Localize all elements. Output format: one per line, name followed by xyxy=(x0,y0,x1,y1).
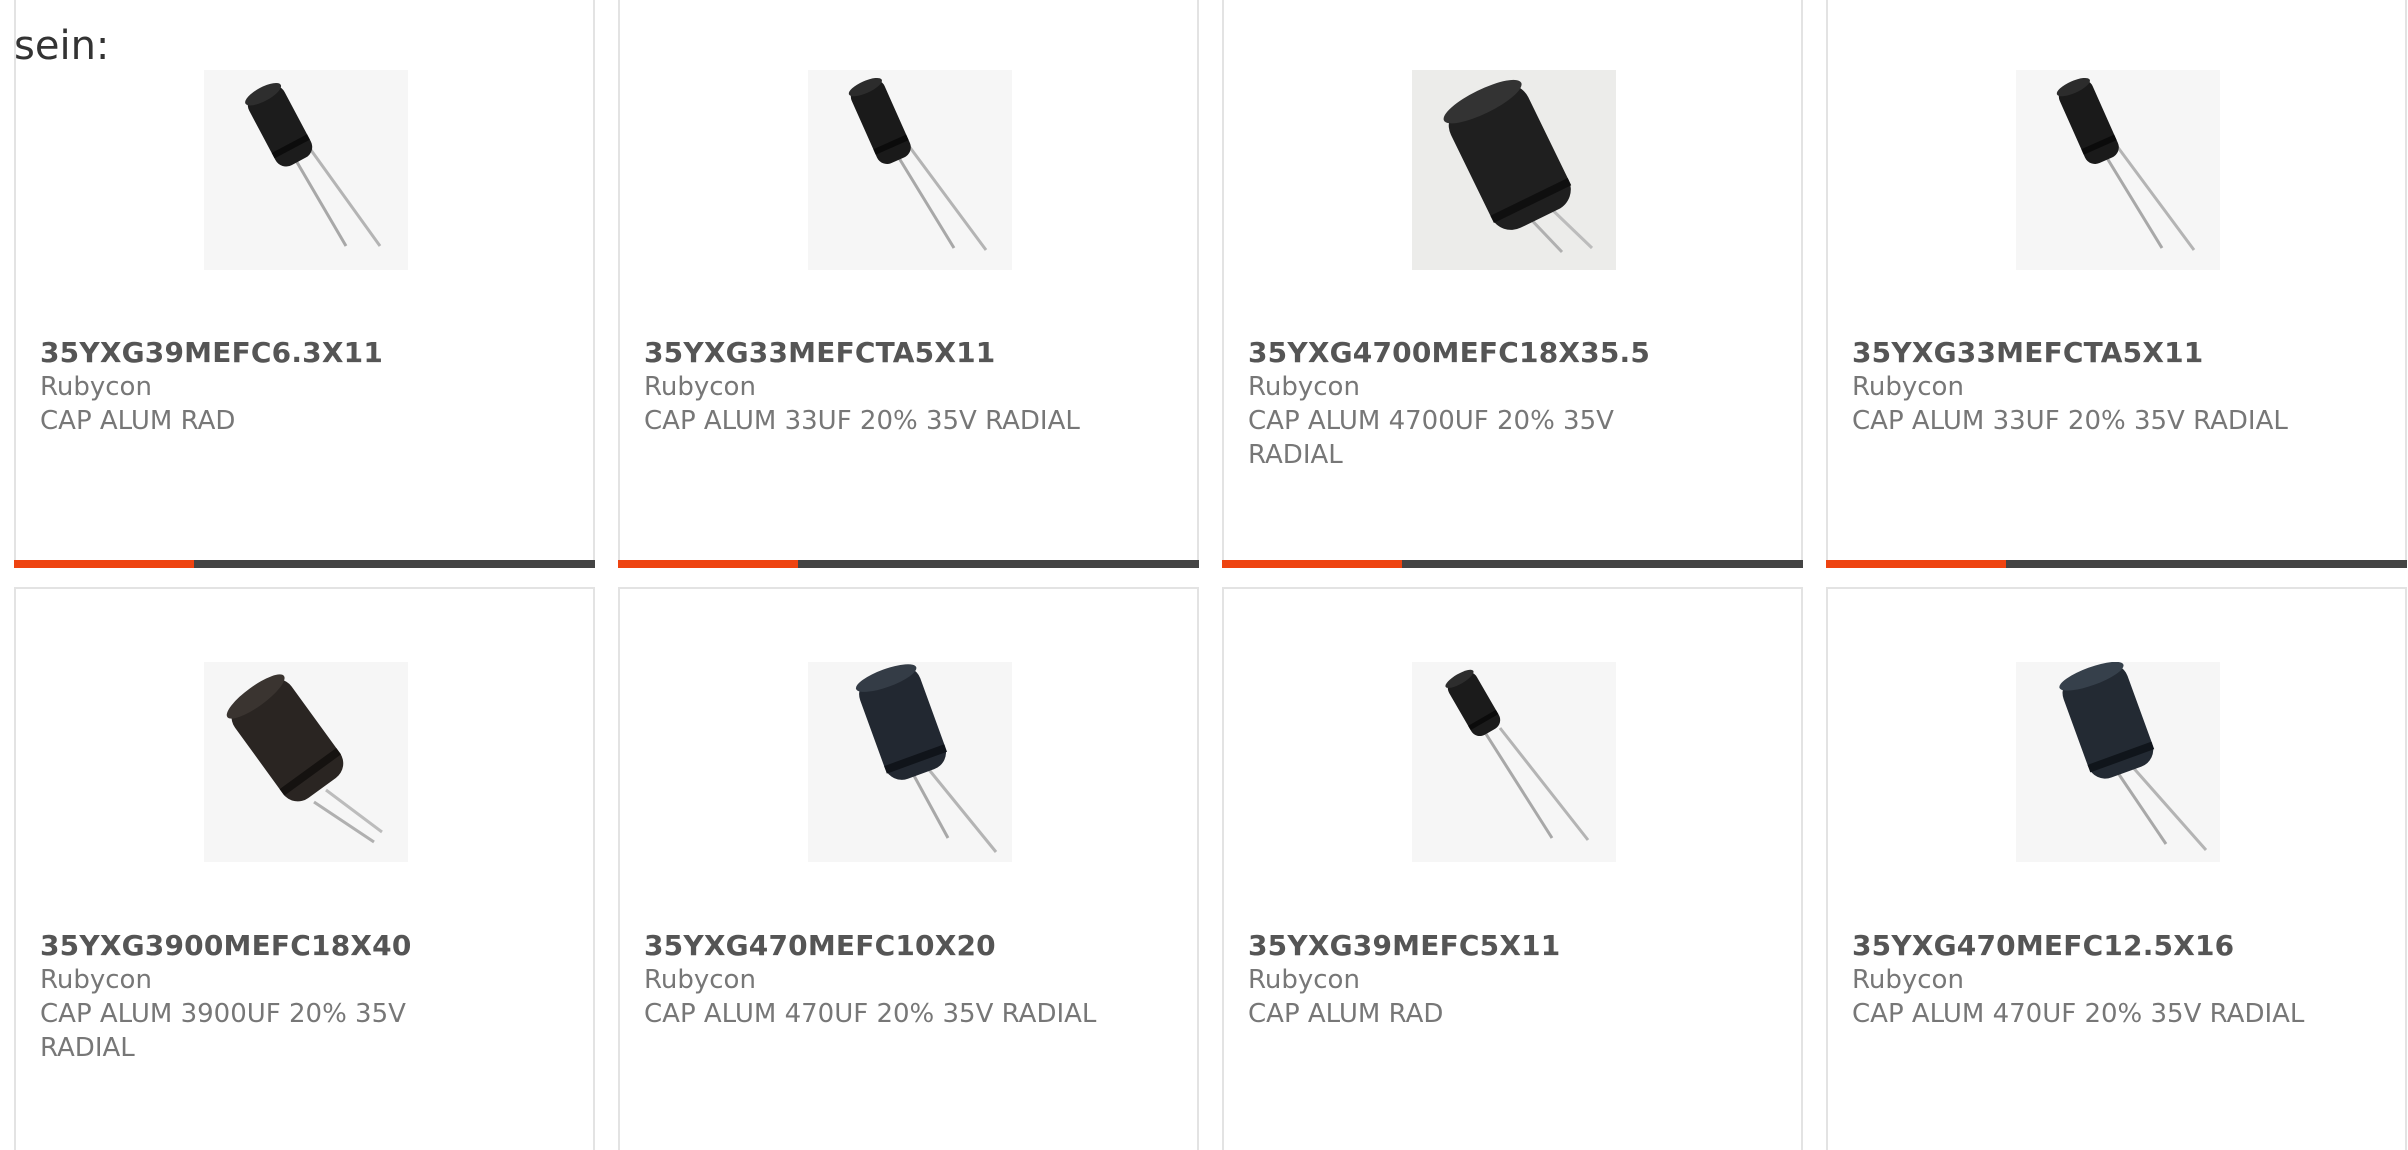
capacitor-radial-small-icon[interactable] xyxy=(2016,70,2220,270)
product-card[interactable]: 35YXG470MEFC10X20 Rubycon CAP ALUM 470UF… xyxy=(618,587,1199,1150)
intro-text: sein: xyxy=(14,23,110,69)
progress-fill xyxy=(14,560,195,568)
progress-fill xyxy=(1826,560,2007,568)
product-info: 35YXG4700MEFC18X35.5 Rubycon CAP ALUM 47… xyxy=(1248,336,1781,472)
product-info: 35YXG33MEFCTA5X11 Rubycon CAP ALUM 33UF … xyxy=(1852,336,2385,438)
description-text: CAP ALUM 470UF 20% 35V RADIAL xyxy=(644,999,1097,1029)
carousel-progress-bar xyxy=(618,560,1199,568)
manufacturer-label: Rubycon xyxy=(1852,372,1964,402)
product-info: 35YXG470MEFC12.5X16 Rubycon CAP ALUM 470… xyxy=(1852,929,2385,1031)
manufacturer-label: Rubycon xyxy=(40,965,152,995)
capacitor-radial-medium-icon[interactable] xyxy=(808,662,1012,862)
product-card[interactable]: 35YXG33MEFCTA5X11 Rubycon CAP ALUM 33UF … xyxy=(1826,0,2407,568)
description-text: CAP ALUM 4700UF 20% 35V RADIAL xyxy=(1248,406,1614,470)
part-number-link[interactable]: 35YXG33MEFCTA5X11 xyxy=(1852,336,2385,370)
manufacturer-label: Rubycon xyxy=(1248,372,1360,402)
description-text: CAP ALUM 3900UF 20% 35V RADIAL xyxy=(40,999,406,1063)
description-text: CAP ALUM 33UF 20% 35V RADIAL xyxy=(644,406,1080,436)
carousel-progress-bar xyxy=(1222,560,1803,568)
product-card[interactable]: 35YXG3900MEFC18X40 Rubycon CAP ALUM 3900… xyxy=(14,587,595,1150)
capacitor-radial-large-icon[interactable] xyxy=(1412,70,1616,270)
product-page: sein: 35YXG39MEFC6.3X11 Rubycon CAP ALUM… xyxy=(0,0,2408,1150)
progress-fill xyxy=(1222,560,1403,568)
description-text: CAP ALUM RAD xyxy=(1248,999,1444,1029)
manufacturer-label: Rubycon xyxy=(644,965,756,995)
manufacturer-label: Rubycon xyxy=(1248,965,1360,995)
part-number-link[interactable]: 35YXG33MEFCTA5X11 xyxy=(644,336,1177,370)
product-info: 35YXG3900MEFC18X40 Rubycon CAP ALUM 3900… xyxy=(40,929,573,1065)
product-card[interactable]: 35YXG4700MEFC18X35.5 Rubycon CAP ALUM 47… xyxy=(1222,0,1803,568)
carousel-progress-bar xyxy=(14,560,595,568)
capacitor-radial-large-icon[interactable] xyxy=(204,662,408,862)
description-text: CAP ALUM 470UF 20% 35V RADIAL xyxy=(1852,999,2305,1029)
progress-fill xyxy=(618,560,799,568)
capacitor-radial-small-icon[interactable] xyxy=(204,70,408,270)
product-info: 35YXG470MEFC10X20 Rubycon CAP ALUM 470UF… xyxy=(644,929,1177,1031)
product-info: 35YXG39MEFC5X11 Rubycon CAP ALUM RAD xyxy=(1248,929,1781,1031)
description-text: CAP ALUM 33UF 20% 35V RADIAL xyxy=(1852,406,2288,436)
product-info: 35YXG33MEFCTA5X11 Rubycon CAP ALUM 33UF … xyxy=(644,336,1177,438)
product-card[interactable]: 35YXG39MEFC6.3X11 Rubycon CAP ALUM RAD xyxy=(14,0,595,568)
capacitor-radial-small-icon[interactable] xyxy=(808,70,1012,270)
part-number-link[interactable]: 35YXG470MEFC10X20 xyxy=(644,929,1177,963)
description-text: CAP ALUM RAD xyxy=(40,406,236,436)
part-number-link[interactable]: 35YXG39MEFC6.3X11 xyxy=(40,336,573,370)
product-card[interactable]: 35YXG33MEFCTA5X11 Rubycon CAP ALUM 33UF … xyxy=(618,0,1199,568)
product-card[interactable]: 35YXG470MEFC12.5X16 Rubycon CAP ALUM 470… xyxy=(1826,587,2407,1150)
part-number-link[interactable]: 35YXG470MEFC12.5X16 xyxy=(1852,929,2385,963)
part-number-link[interactable]: 35YXG3900MEFC18X40 xyxy=(40,929,573,963)
part-number-link[interactable]: 35YXG39MEFC5X11 xyxy=(1248,929,1781,963)
product-info: 35YXG39MEFC6.3X11 Rubycon CAP ALUM RAD xyxy=(40,336,573,438)
manufacturer-label: Rubycon xyxy=(40,372,152,402)
capacitor-radial-medium-icon[interactable] xyxy=(2016,662,2220,862)
manufacturer-label: Rubycon xyxy=(1852,965,1964,995)
product-card[interactable]: 35YXG39MEFC5X11 Rubycon CAP ALUM RAD xyxy=(1222,587,1803,1150)
capacitor-radial-small-icon[interactable] xyxy=(1412,662,1616,862)
carousel-progress-bar xyxy=(1826,560,2407,568)
part-number-link[interactable]: 35YXG4700MEFC18X35.5 xyxy=(1248,336,1781,370)
manufacturer-label: Rubycon xyxy=(644,372,756,402)
